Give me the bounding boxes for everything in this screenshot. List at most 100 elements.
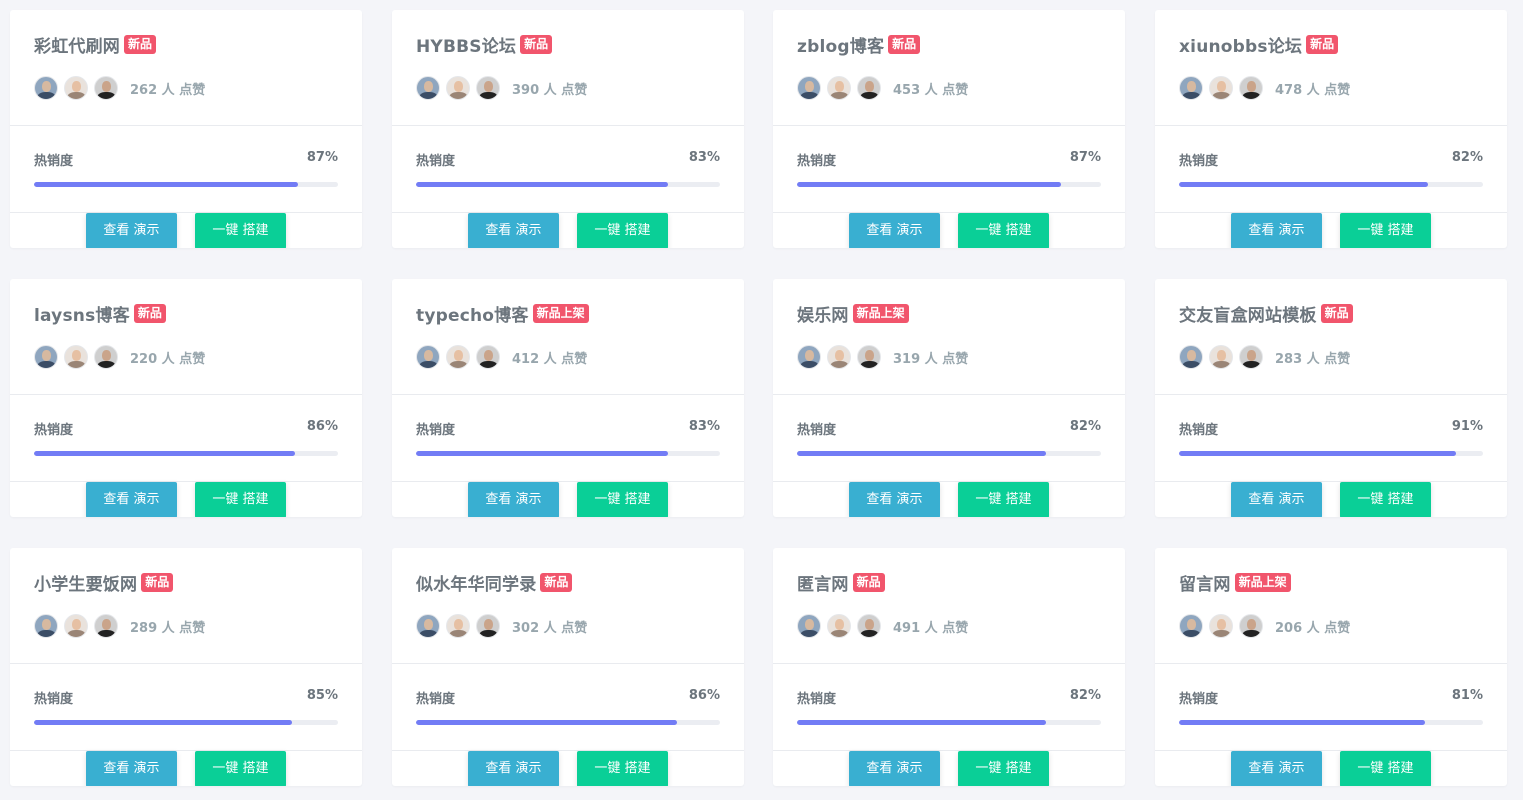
hot-value: 83%: [688, 150, 720, 165]
new-badge: 新品: [1320, 303, 1353, 323]
view-demo-button[interactable]: 查看 演示: [86, 482, 177, 517]
liker-avatars: 412 人 点赞: [416, 345, 587, 369]
one-click-build-button[interactable]: 一键 搭建: [1340, 482, 1431, 517]
avatar: [1209, 614, 1233, 638]
card-title-row: typecho博客 新品上架: [416, 301, 589, 326]
one-click-build-button[interactable]: 一键 搭建: [577, 482, 668, 517]
card-title[interactable]: HYBBS论坛: [416, 32, 516, 57]
progress-track: [416, 451, 720, 456]
card-title[interactable]: 匿言网: [797, 570, 849, 595]
view-demo-button[interactable]: 查看 演示: [468, 213, 559, 248]
hot-value: 82%: [1069, 419, 1101, 434]
like-count: 283 人 点赞: [1275, 351, 1351, 367]
one-click-build-button[interactable]: 一键 搭建: [1340, 213, 1431, 248]
view-demo-button[interactable]: 查看 演示: [1231, 213, 1322, 248]
hot-label: 热销度: [416, 692, 456, 707]
one-click-build-button[interactable]: 一键 搭建: [577, 751, 668, 786]
view-demo-button[interactable]: 查看 演示: [468, 751, 559, 786]
card-title[interactable]: 交友盲盒网站模板: [1179, 301, 1317, 326]
card-footer: 查看 演示 一键 搭建: [1155, 212, 1507, 248]
card-title[interactable]: xiunobbs论坛: [1179, 32, 1302, 57]
hot-label: 热销度: [1179, 423, 1219, 438]
product-card: zblog博客 新品 453 人 点赞 热销度 87% 查看 演示 一键 搭建: [773, 10, 1125, 248]
avatar: [1179, 614, 1203, 638]
view-demo-button[interactable]: 查看 演示: [849, 751, 940, 786]
avatar: [476, 76, 500, 100]
progress-fill: [797, 720, 1047, 725]
liker-avatars: 478 人 点赞: [1179, 76, 1350, 100]
card-footer: 查看 演示 一键 搭建: [10, 750, 362, 786]
new-badge: 新品: [520, 34, 553, 54]
product-card: typecho博客 新品上架 412 人 点赞 热销度 83% 查看 演示 一键…: [392, 279, 744, 517]
card-title[interactable]: laysns博客: [34, 301, 130, 326]
like-count: 412 人 点赞: [512, 351, 588, 367]
hot-label: 热销度: [416, 423, 456, 438]
card-title[interactable]: 留言网: [1179, 570, 1231, 595]
one-click-build-button[interactable]: 一键 搭建: [958, 213, 1049, 248]
one-click-build-button[interactable]: 一键 搭建: [577, 213, 668, 248]
avatar: [416, 614, 440, 638]
card-title[interactable]: 娱乐网: [797, 301, 849, 326]
card-footer: 查看 演示 一键 搭建: [773, 212, 1125, 248]
liker-avatars: 390 人 点赞: [416, 76, 587, 100]
view-demo-button[interactable]: 查看 演示: [1231, 482, 1322, 517]
product-card: 小学生要饭网 新品 289 人 点赞 热销度 85% 查看 演示 一键 搭建: [10, 548, 362, 786]
hot-label: 热销度: [1179, 692, 1219, 707]
hot-label: 热销度: [34, 692, 74, 707]
card-header: 留言网 新品上架 206 人 点赞: [1155, 548, 1507, 664]
new-badge: 新品上架: [532, 303, 589, 323]
card-footer: 查看 演示 一键 搭建: [392, 481, 744, 517]
hot-label: 热销度: [1179, 154, 1219, 169]
progress-fill: [416, 182, 669, 187]
card-title[interactable]: typecho博客: [416, 301, 529, 326]
hot-label: 热销度: [416, 154, 456, 169]
new-badge: 新品: [540, 572, 573, 592]
avatar: [446, 614, 470, 638]
one-click-build-button[interactable]: 一键 搭建: [195, 213, 286, 248]
view-demo-button[interactable]: 查看 演示: [86, 751, 177, 786]
like-count: 478 人 点赞: [1275, 82, 1351, 98]
avatar: [797, 345, 821, 369]
hot-label: 热销度: [797, 692, 837, 707]
view-demo-button[interactable]: 查看 演示: [849, 213, 940, 248]
like-count: 319 人 点赞: [893, 351, 969, 367]
like-count: 453 人 点赞: [893, 82, 969, 98]
card-header: typecho博客 新品上架 412 人 点赞: [392, 279, 744, 395]
card-title-row: 娱乐网 新品上架: [797, 301, 909, 326]
one-click-build-button[interactable]: 一键 搭建: [958, 751, 1049, 786]
avatar: [446, 76, 470, 100]
card-title[interactable]: zblog博客: [797, 32, 884, 57]
progress-fill: [416, 451, 669, 456]
new-badge: 新品: [141, 572, 174, 592]
liker-avatars: 319 人 点赞: [797, 345, 968, 369]
progress-fill: [416, 720, 678, 725]
progress-fill: [1179, 451, 1456, 456]
progress-track: [1179, 182, 1483, 187]
view-demo-button[interactable]: 查看 演示: [1231, 751, 1322, 786]
avatar: [34, 345, 58, 369]
progress-track: [34, 182, 338, 187]
new-badge: 新品: [888, 34, 921, 54]
card-title-row: xiunobbs论坛 新品: [1179, 32, 1339, 57]
avatar: [476, 614, 500, 638]
card-footer: 查看 演示 一键 搭建: [392, 212, 744, 248]
card-title-row: 交友盲盒网站模板 新品: [1179, 301, 1353, 326]
avatar: [64, 614, 88, 638]
card-title-row: 似水年华同学录 新品: [416, 570, 573, 595]
one-click-build-button[interactable]: 一键 搭建: [195, 482, 286, 517]
view-demo-button[interactable]: 查看 演示: [849, 482, 940, 517]
one-click-build-button[interactable]: 一键 搭建: [958, 482, 1049, 517]
view-demo-button[interactable]: 查看 演示: [86, 213, 177, 248]
card-title[interactable]: 彩虹代刷网: [34, 32, 120, 57]
one-click-build-button[interactable]: 一键 搭建: [1340, 751, 1431, 786]
card-header: laysns博客 新品 220 人 点赞: [10, 279, 362, 395]
one-click-build-button[interactable]: 一键 搭建: [195, 751, 286, 786]
view-demo-button[interactable]: 查看 演示: [468, 482, 559, 517]
progress-track: [1179, 720, 1483, 725]
card-title[interactable]: 似水年华同学录: [416, 570, 536, 595]
avatar: [64, 345, 88, 369]
card-title[interactable]: 小学生要饭网: [34, 570, 137, 595]
hot-value: 85%: [306, 688, 338, 703]
progress-track: [34, 720, 338, 725]
avatar: [1179, 76, 1203, 100]
